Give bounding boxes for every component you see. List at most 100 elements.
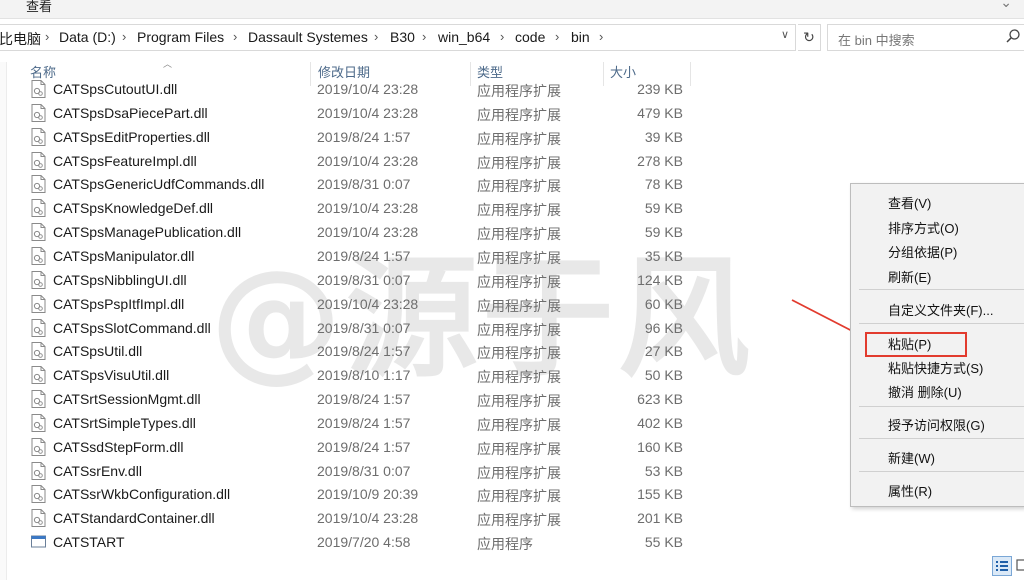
file-row[interactable]: CATSpsNibblingUI.dll 2019/8/31 0:07 应用程序扩展… bbox=[0, 270, 700, 294]
crumb-code[interactable]: code bbox=[515, 29, 545, 45]
crumb-this-pc[interactable]: 比电脑 bbox=[0, 29, 41, 49]
file-date: 2019/8/24 1:57 bbox=[317, 439, 411, 455]
search-icon[interactable] bbox=[1005, 28, 1021, 44]
file-type: 应用程序扩展 bbox=[477, 250, 561, 266]
file-date: 2019/10/4 23:28 bbox=[317, 153, 419, 169]
file-size: 278 KB bbox=[637, 153, 683, 169]
file-row[interactable]: CATSpsKnowledgeDef.dll 2019/10/4 23:28 应用程… bbox=[0, 198, 700, 222]
file-row[interactable]: CATStandardContainer.dll 2019/10/4 23:28 应… bbox=[0, 508, 700, 532]
file-row[interactable]: CATSpsCutoutUI.dll 2019/10/4 23:28 应用程序扩展 2… bbox=[0, 79, 700, 103]
file-name: CATSrtSimpleTypes.dll bbox=[53, 415, 196, 431]
file-row[interactable]: CATSpsUtil.dll 2019/8/24 1:57 应用程序扩展 27 KB bbox=[0, 341, 700, 365]
file-row[interactable]: CATSpsPspItfImpl.dll 2019/10/4 23:28 应用程序扩… bbox=[0, 294, 700, 318]
menu-item-undo-delete[interactable]: 撤消 删除(U) bbox=[888, 382, 962, 401]
file-name: CATSsrWkbConfiguration.dll bbox=[53, 486, 231, 502]
file-name: CATSTART bbox=[53, 534, 125, 550]
menu-item-properties[interactable]: 属性(R) bbox=[888, 481, 932, 500]
dll-file-icon bbox=[31, 223, 46, 241]
crumb-bin[interactable]: bin bbox=[571, 29, 590, 45]
file-type: 应用程序扩展 bbox=[477, 465, 561, 481]
crumb-separator-icon[interactable]: › bbox=[374, 29, 378, 44]
menu-item-group[interactable]: 分组依据(P) bbox=[888, 242, 957, 261]
file-type: 应用程序扩展 bbox=[477, 488, 561, 504]
file-row[interactable]: CATSrtSessionMgmt.dll 2019/8/24 1:57 应用程序扩… bbox=[0, 389, 700, 413]
file-name: CATSpsCutoutUI.dll bbox=[53, 81, 178, 97]
menu-separator bbox=[859, 289, 1024, 290]
file-name: CATSpsVisuUtil.dll bbox=[53, 367, 170, 383]
refresh-button[interactable]: ↻ bbox=[798, 24, 821, 51]
menu-item-grant-access[interactable]: 授予访问权限(G) bbox=[888, 415, 985, 434]
crumb-separator-icon[interactable]: › bbox=[500, 29, 504, 44]
file-name: CATSpsKnowledgeDef.dll bbox=[53, 200, 214, 216]
crumb-separator-icon[interactable]: › bbox=[422, 29, 426, 44]
crumb-dassault[interactable]: Dassault Systemes bbox=[248, 29, 368, 45]
file-date: 2019/10/9 20:39 bbox=[317, 486, 419, 502]
crumb-separator-icon[interactable]: › bbox=[599, 29, 603, 44]
menu-item-customize-folder[interactable]: 自定义文件夹(F)... bbox=[888, 300, 993, 319]
crumb-separator-icon[interactable]: › bbox=[45, 29, 49, 44]
file-name: CATSpsEditProperties.dll bbox=[53, 129, 210, 145]
address-bar[interactable]: 比电脑 › Data (D:) › Program Files › Dassau… bbox=[0, 24, 796, 51]
sort-ascending-icon: ︿ bbox=[163, 59, 173, 69]
file-date: 2019/8/31 0:07 bbox=[317, 176, 411, 192]
file-size: 124 KB bbox=[637, 272, 683, 288]
file-size: 78 KB bbox=[644, 176, 683, 192]
file-date: 2019/8/31 0:07 bbox=[317, 272, 411, 288]
menu-item-sort[interactable]: 排序方式(O) bbox=[888, 218, 959, 237]
menu-item-refresh[interactable]: 刷新(E) bbox=[888, 267, 931, 286]
details-view-icon[interactable] bbox=[992, 556, 1012, 576]
file-size: 53 KB bbox=[644, 463, 683, 479]
large-icons-view-icon[interactable] bbox=[1014, 556, 1024, 576]
file-date: 2019/8/31 0:07 bbox=[317, 320, 411, 336]
crumb-separator-icon[interactable]: › bbox=[555, 29, 559, 44]
file-size: 402 KB bbox=[637, 415, 683, 431]
file-row[interactable]: CATSpsGenericUdfCommands.dll 2019/8/31 0:… bbox=[0, 174, 700, 198]
file-name: CATSpsPspItfImpl.dll bbox=[53, 296, 185, 312]
ribbon-expand-icon[interactable]: ⌄ bbox=[1000, 0, 1012, 11]
file-name: CATSpsManipulator.dll bbox=[53, 248, 195, 264]
menu-item-paste[interactable]: 粘贴(P) bbox=[888, 334, 931, 353]
crumb-separator-icon[interactable]: › bbox=[122, 29, 126, 44]
file-type: 应用程序扩展 bbox=[477, 345, 561, 361]
address-row: 比电脑 › Data (D:) › Program Files › Dassau… bbox=[0, 24, 1024, 51]
crumb-separator-icon[interactable]: › bbox=[233, 29, 237, 44]
file-type: 应用程序扩展 bbox=[477, 512, 561, 528]
menu-separator bbox=[859, 471, 1024, 472]
file-size: 59 KB bbox=[644, 224, 683, 240]
file-row[interactable]: CATSpsManagePublication.dll 2019/10/4 23:… bbox=[0, 222, 700, 246]
dll-file-icon bbox=[31, 485, 46, 503]
ribbon-tab-view[interactable]: 查看 bbox=[26, 0, 52, 15]
file-row[interactable]: CATSpsFeatureImpl.dll 2019/10/4 23:28 应用程序… bbox=[0, 151, 700, 175]
file-name: CATSpsGenericUdfCommands.dll bbox=[53, 176, 265, 192]
menu-item-view[interactable]: 查看(V) bbox=[888, 193, 931, 212]
file-size: 60 KB bbox=[644, 296, 683, 312]
address-dropdown-icon[interactable]: ∨ bbox=[781, 28, 789, 41]
file-row[interactable]: CATSTART 2019/7/20 4:58 应用程序 55 KB bbox=[0, 532, 700, 556]
menu-item-paste-shortcut[interactable]: 粘贴快捷方式(S) bbox=[888, 358, 983, 377]
file-name: CATSpsNibblingUI.dll bbox=[53, 272, 187, 288]
file-row[interactable]: CATSpsSlotCommand.dll 2019/8/31 0:07 应用程序扩… bbox=[0, 318, 700, 342]
file-size: 55 KB bbox=[644, 534, 683, 550]
file-type: 应用程序扩展 bbox=[477, 226, 561, 242]
menu-item-new[interactable]: 新建(W) bbox=[888, 448, 935, 467]
file-row[interactable]: CATSpsVisuUtil.dll 2019/8/10 1:17 应用程序扩展 50… bbox=[0, 365, 700, 389]
menu-separator bbox=[859, 323, 1024, 324]
crumb-win-b64[interactable]: win_b64 bbox=[438, 29, 490, 45]
file-date: 2019/10/4 23:28 bbox=[317, 510, 419, 526]
file-type: 应用程序扩展 bbox=[477, 298, 561, 314]
crumb-program-files[interactable]: Program Files bbox=[137, 29, 224, 45]
crumb-drive[interactable]: Data (D:) bbox=[59, 29, 116, 45]
menu-separator bbox=[859, 406, 1024, 407]
file-row[interactable]: CATSpsManipulator.dll 2019/8/24 1:57 应用程序扩… bbox=[0, 246, 700, 270]
file-row[interactable]: CATSsdStepForm.dll 2019/8/24 1:57 应用程序扩展 16… bbox=[0, 437, 700, 461]
file-row[interactable]: CATSrtSimpleTypes.dll 2019/8/24 1:57 应用程序扩… bbox=[0, 413, 700, 437]
dll-file-icon bbox=[31, 438, 46, 456]
file-row[interactable]: CATSsrWkbConfiguration.dll 2019/10/9 20:3… bbox=[0, 484, 700, 508]
crumb-b30[interactable]: B30 bbox=[390, 29, 415, 45]
file-date: 2019/10/4 23:28 bbox=[317, 296, 419, 312]
search-placeholder: 在 bin 中搜索 bbox=[838, 33, 915, 48]
search-input[interactable]: 在 bin 中搜索 bbox=[827, 24, 1024, 51]
file-row[interactable]: CATSpsEditProperties.dll 2019/8/24 1:57 应用… bbox=[0, 127, 700, 151]
file-row[interactable]: CATSpsDsaPiecePart.dll 2019/10/4 23:28 应用程… bbox=[0, 103, 700, 127]
file-row[interactable]: CATSsrEnv.dll 2019/8/31 0:07 应用程序扩展 53 KB bbox=[0, 461, 700, 485]
